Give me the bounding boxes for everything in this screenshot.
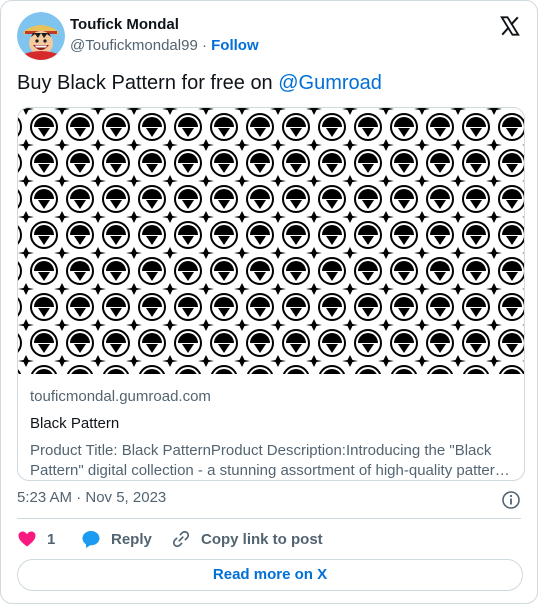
heart-icon (18, 531, 36, 547)
link-domain: touficmondal.gumroad.com (30, 388, 211, 405)
follow-button[interactable]: Follow (211, 37, 259, 54)
copy-link-label: Copy link to post (201, 530, 323, 548)
reply-label: Reply (111, 530, 152, 548)
x-logo-icon[interactable] (499, 15, 521, 37)
separator-dot: · (201, 37, 207, 54)
divider (17, 518, 521, 519)
link-icon (172, 530, 190, 548)
author-handle[interactable]: @Toufickmondal99 (70, 37, 198, 54)
like-count: 1 (47, 530, 56, 548)
tweet-text: Buy Black Pattern for free on @Gumroad (17, 71, 382, 95)
link-title: Black Pattern (30, 415, 120, 432)
tweet-text-body: Buy Black Pattern for free on (17, 72, 279, 94)
black-pattern-image (18, 108, 524, 374)
link-preview-card[interactable]: touficmondal.gumroad.com Black Pattern P… (17, 107, 525, 481)
author-name[interactable]: Toufick Mondal (70, 16, 179, 33)
tweet-timestamp[interactable]: 5:23 AM · Nov 5, 2023 (17, 489, 166, 506)
pirate-avatar-icon (17, 12, 65, 60)
author-handle-line: @Toufickmondal99 · Follow (70, 37, 259, 54)
info-icon[interactable] (501, 490, 521, 510)
reply-bubble-icon (82, 531, 100, 548)
reply-button[interactable]: Reply (81, 529, 152, 549)
copy-link-button[interactable]: Copy link to post (171, 529, 323, 549)
read-more-button[interactable]: Read more on X (17, 559, 523, 591)
link-preview-meta: touficmondal.gumroad.com Black Pattern P… (30, 387, 512, 480)
tweet-embed: Toufick Mondal @Toufickmondal99 · Follow… (0, 0, 538, 604)
link-description: Product Title: Black PatternProduct Desc… (30, 442, 511, 479)
author-avatar[interactable] (17, 12, 65, 60)
like-button[interactable]: 1 (17, 529, 55, 549)
gumroad-mention-link[interactable]: @Gumroad (278, 72, 382, 94)
